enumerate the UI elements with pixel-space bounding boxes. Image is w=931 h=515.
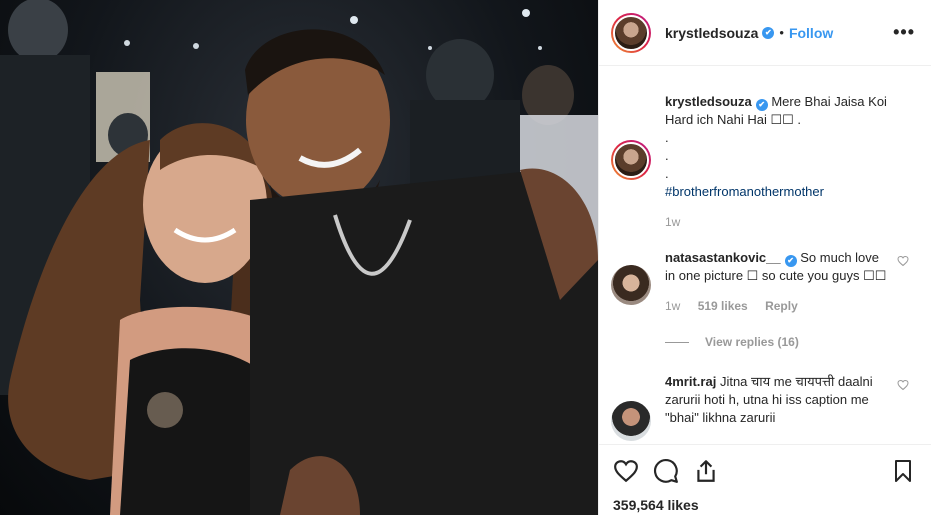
author-avatar[interactable] bbox=[611, 12, 651, 53]
bookmark-icon[interactable] bbox=[891, 458, 915, 484]
comment-likes[interactable]: 519 likes bbox=[698, 299, 748, 313]
post-photo-illustration bbox=[0, 0, 598, 515]
instagram-post: krystledsouza ✔ • Follow ••• krystledsou… bbox=[0, 0, 931, 515]
caption-avatar[interactable] bbox=[611, 140, 651, 180]
comment-row: 4mrit.raj Jitna चाय me चायपत्ती daalni z… bbox=[611, 373, 915, 441]
comment-text-block: 4mrit.raj Jitna चाय me चायपत्ती daalni z… bbox=[665, 373, 887, 441]
caption-verified-icon: ✔ bbox=[755, 99, 768, 111]
caption-username[interactable]: krystledsouza bbox=[665, 94, 752, 109]
comment-verified-icon: ✔ bbox=[784, 255, 797, 267]
comment-text-block: natasastankovic__ ✔ So much love in one p… bbox=[665, 249, 887, 315]
action-icons bbox=[613, 457, 915, 485]
share-icon[interactable] bbox=[693, 458, 719, 484]
post-side-panel: krystledsouza ✔ • Follow ••• krystledsou… bbox=[598, 0, 931, 515]
follow-button[interactable]: Follow bbox=[789, 25, 833, 41]
caption-dot-2: . bbox=[665, 148, 669, 163]
verified-badge-icon: ✔ bbox=[762, 26, 775, 39]
comment-row: natasastankovic__ ✔ So much love in one p… bbox=[611, 249, 915, 315]
comment-meta: 1w 519 likes Reply bbox=[665, 297, 887, 315]
caption-dot-1: . bbox=[665, 130, 669, 145]
comment-icon[interactable] bbox=[653, 458, 679, 484]
author-username[interactable]: krystledsouza bbox=[665, 25, 758, 41]
post-photo[interactable] bbox=[0, 0, 598, 515]
view-replies-button[interactable]: View replies (16) bbox=[665, 335, 915, 349]
comments-list[interactable]: krystledsouza ✔ Mere Bhai Jaisa Koi Hard … bbox=[599, 67, 931, 442]
caption-dot-3: . bbox=[665, 166, 669, 181]
comment-username[interactable]: natasastankovic__ bbox=[665, 250, 781, 265]
comment-reply-button[interactable]: Reply bbox=[765, 299, 798, 313]
comment-username[interactable]: 4mrit.raj bbox=[665, 374, 716, 389]
view-replies-line bbox=[665, 341, 689, 343]
caption-text-block: krystledsouza ✔ Mere Bhai Jaisa Koi Hard … bbox=[665, 93, 887, 231]
separator-dot: • bbox=[779, 25, 784, 40]
more-options-icon[interactable]: ••• bbox=[893, 22, 915, 43]
comment-avatar[interactable] bbox=[611, 401, 651, 441]
post-likes-count[interactable]: 359,564 likes bbox=[613, 497, 915, 513]
post-actions: 359,564 likes bbox=[599, 444, 931, 513]
comment-like-heart-icon[interactable] bbox=[897, 255, 909, 267]
caption-row: krystledsouza ✔ Mere Bhai Jaisa Koi Hard … bbox=[611, 93, 915, 231]
heart-icon[interactable] bbox=[613, 458, 639, 484]
view-replies-label: View replies (16) bbox=[705, 335, 799, 349]
post-header: krystledsouza ✔ • Follow ••• bbox=[599, 0, 931, 66]
caption-time[interactable]: 1w bbox=[665, 215, 680, 229]
caption-hashtag-link[interactable]: #brotherfromanothermother bbox=[665, 183, 887, 201]
comment-time[interactable]: 1w bbox=[665, 299, 680, 313]
comment-avatar[interactable] bbox=[611, 265, 651, 305]
caption-meta: 1w bbox=[665, 213, 887, 231]
comment-like-heart-icon[interactable] bbox=[897, 379, 909, 391]
